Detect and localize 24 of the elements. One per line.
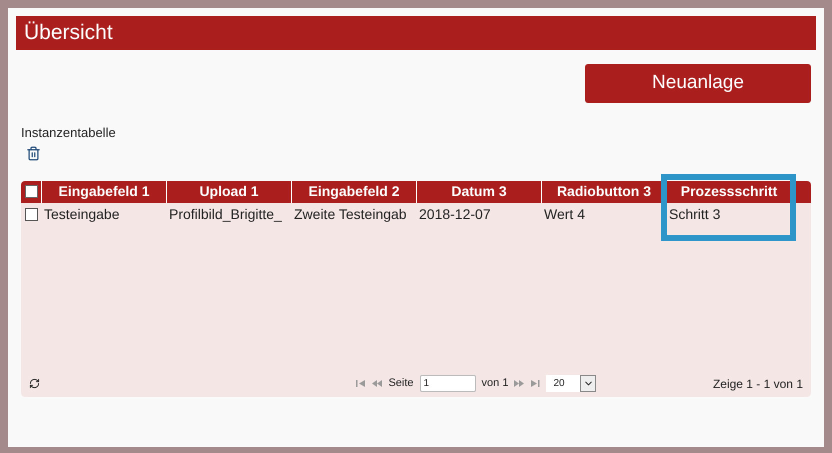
table-cell-text: Schritt 3 bbox=[668, 205, 722, 224]
new-entry-button[interactable]: Neuanlage bbox=[585, 64, 811, 103]
page-count: von 1 bbox=[482, 376, 508, 392]
column-header[interactable]: Eingabefeld 2 bbox=[291, 180, 416, 202]
delete-icon[interactable] bbox=[26, 146, 41, 160]
page-size-select[interactable]: 20 bbox=[546, 375, 596, 392]
select-all-checkbox[interactable] bbox=[24, 185, 38, 198]
table-cell-text: 2018-12-07 bbox=[418, 205, 492, 224]
column-header[interactable]: Datum 3 bbox=[416, 180, 541, 202]
page-input[interactable]: 1 bbox=[420, 375, 476, 392]
column-header[interactable]: Upload 1 bbox=[166, 180, 291, 202]
page-label: Seite bbox=[388, 376, 414, 392]
column-header[interactable]: Eingabefeld 1 bbox=[41, 180, 166, 202]
table-cell-text: Testeingabe bbox=[43, 205, 121, 224]
refresh-icon[interactable] bbox=[29, 378, 40, 389]
record-summary: Zeige 1 - 1 von 1 bbox=[712, 376, 803, 392]
page-title: Übersicht bbox=[24, 20, 113, 46]
table-cell-text: Wert 4 bbox=[543, 205, 586, 224]
table-cell-text: Zweite Testeingab bbox=[293, 205, 408, 224]
row-checkbox[interactable] bbox=[24, 208, 38, 221]
column-header[interactable]: Prozessschritt bbox=[666, 180, 791, 202]
column-header[interactable]: Radiobutton 3 bbox=[541, 180, 666, 202]
table-title: Instanzentabelle bbox=[21, 124, 117, 142]
table-cell-text: Profilbild_Brigitte_ bbox=[168, 205, 283, 224]
